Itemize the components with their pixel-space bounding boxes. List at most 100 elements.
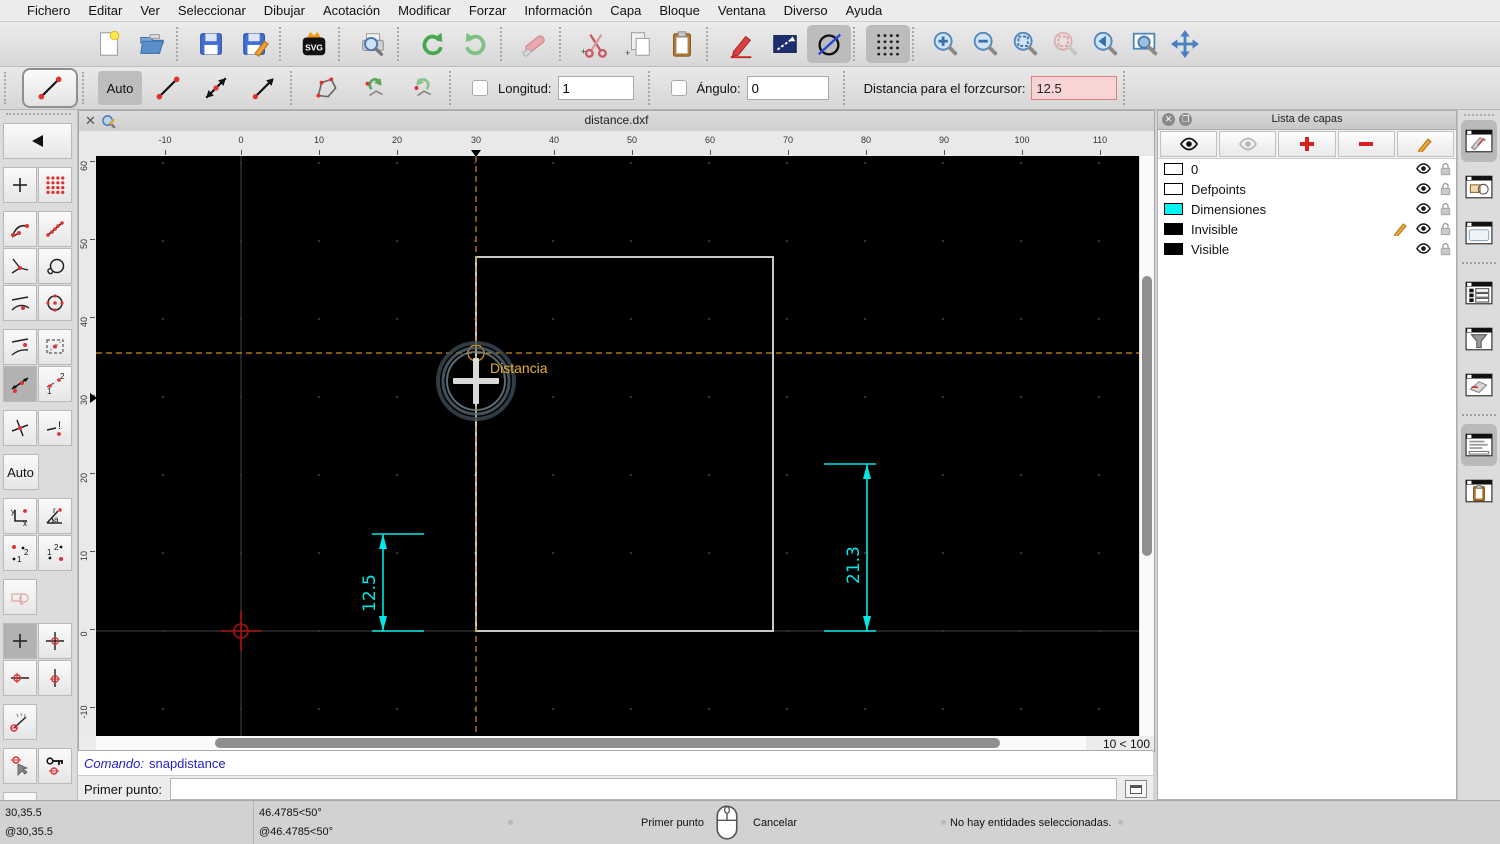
paste-button[interactable] [660,25,704,63]
layer-visibility-toggle[interactable] [1415,202,1432,218]
command-input[interactable] [170,778,1117,800]
angle-input[interactable] [746,76,829,100]
snap-intersection-manual-button[interactable]: 12 [37,366,72,402]
zoom-in-button[interactable] [925,25,965,63]
zoom-selection-button[interactable] [1045,25,1085,63]
menu-informacion[interactable]: Información [515,3,601,18]
redo-button[interactable] [454,25,498,63]
restrict-nothing-button[interactable] [2,623,37,659]
redo-segment-button[interactable] [401,71,445,105]
dock-layer-list-button[interactable] [1461,120,1497,162]
menu-ventana[interactable]: Ventana [709,3,775,18]
grid-toggle-button[interactable] [866,25,910,63]
menu-ayuda[interactable]: Ayuda [837,3,892,18]
restrict-vertical-button[interactable] [37,660,72,696]
snap-on-entity-button[interactable] [37,211,72,247]
save-button[interactable] [189,25,233,63]
snap-distance-entity-button[interactable] [2,329,37,365]
dock-command-options-button[interactable] [1461,272,1497,314]
save-as-button[interactable] [233,25,277,63]
zoom-auto-button[interactable] [1005,25,1045,63]
snap-reference-button[interactable] [37,248,72,284]
line-one-direction-button[interactable] [242,71,286,105]
vertical-scrollbar-thumb[interactable] [1142,276,1152,556]
menu-forzar[interactable]: Forzar [460,3,516,18]
copy-button[interactable]: + [616,25,660,63]
zoom-window-button[interactable] [1125,25,1165,63]
round-off-button[interactable] [807,25,851,63]
snap-distance-button[interactable] [2,366,37,402]
toolbar-drag-handle[interactable] [4,72,14,104]
layer-lock-toggle[interactable] [1439,241,1452,260]
dock-selection-filter-button[interactable] [1461,318,1497,360]
undo-button[interactable] [410,25,454,63]
dock-command-line-button[interactable] [1461,424,1497,466]
open-file-button[interactable] [130,25,174,63]
order-points-b-button[interactable]: 12 [37,535,72,571]
menu-diverso[interactable]: Diverso [775,3,837,18]
dock-library-browser-button[interactable] [1461,212,1497,254]
menu-seleccionar[interactable]: Seleccionar [169,3,255,18]
new-file-button[interactable] [86,25,130,63]
menu-acotacion[interactable]: Acotación [314,3,389,18]
toolbar-drag-handle[interactable] [82,72,92,104]
restrict-orthogonal-button[interactable] [37,623,72,659]
current-tool-button[interactable] [22,68,78,108]
draft-mode-button[interactable] [763,25,807,63]
add-layer-button[interactable] [1278,131,1336,157]
menu-capa[interactable]: Capa [601,3,650,18]
polyline-button[interactable] [305,71,349,105]
coordinate-cartesian-button[interactable]: yx [2,498,37,534]
menu-dibujar[interactable]: Dibujar [255,3,314,18]
angle-checkbox[interactable] [670,80,687,96]
line-two-points-button[interactable] [146,71,190,105]
zoom-pan-button[interactable] [1165,25,1205,63]
lock-relative-zero-button[interactable] [37,748,72,784]
snap-nothing-warning-button[interactable]: ! [37,410,72,446]
layer-visibility-toggle[interactable] [1415,222,1432,238]
length-input[interactable] [557,76,634,100]
palette-drag-handle[interactable] [6,113,71,121]
layer-row[interactable]: Dimensiones [1158,199,1456,219]
angle-gauge-button[interactable] [2,704,37,740]
snap-perpendicular-button[interactable] [2,248,37,284]
snap-free-button[interactable] [2,167,37,203]
layer-row[interactable]: 0 [1158,159,1456,179]
menu-fichero[interactable]: Fichero [18,3,79,18]
dock-clipboard-button[interactable] [1461,470,1497,512]
select-mode-button[interactable] [2,579,37,615]
layer-row[interactable]: Visible [1158,239,1456,259]
layer-lock-toggle[interactable] [1439,181,1452,200]
pen-edit-button[interactable] [719,25,763,63]
coordinate-polar-button[interactable]: ra [37,498,72,534]
cut-button[interactable]: + [572,25,616,63]
undo-segment-button[interactable] [353,71,397,105]
set-relative-zero-button[interactable] [2,748,37,784]
snap-center-button[interactable] [37,285,72,321]
layer-lock-toggle[interactable] [1439,221,1452,240]
menu-ver[interactable]: Ver [131,3,169,18]
snap-intersection-button[interactable] [2,410,37,446]
print-preview-button[interactable] [351,25,395,63]
show-all-layers-button[interactable] [1160,131,1218,157]
horizontal-scrollbar[interactable] [96,736,1086,751]
line-both-directions-button[interactable] [194,71,238,105]
snap-endpoints-button[interactable] [2,211,37,247]
layer-lock-toggle[interactable] [1439,201,1452,220]
length-checkbox[interactable] [472,80,488,96]
horizontal-scrollbar-thumb[interactable] [215,738,1000,748]
zoom-previous-button[interactable] [1085,25,1125,63]
layer-row[interactable]: Defpoints [1158,179,1456,199]
snap-auto-button[interactable]: Auto [98,71,142,105]
zoom-out-button[interactable] [965,25,1005,63]
menu-modificar[interactable]: Modificar [389,3,460,18]
menu-bloque[interactable]: Bloque [650,3,708,18]
delete-button[interactable] [513,25,557,63]
dock-block-list-button[interactable] [1461,166,1497,208]
layer-visibility-toggle[interactable] [1415,182,1432,198]
layer-lock-toggle[interactable] [1439,161,1452,180]
layer-row-current[interactable]: Invisible [1158,219,1456,239]
order-points-a-button[interactable]: 12 [2,535,37,571]
command-keycode-toggle-button[interactable] [1125,780,1147,798]
snap-grid-button[interactable] [37,167,72,203]
